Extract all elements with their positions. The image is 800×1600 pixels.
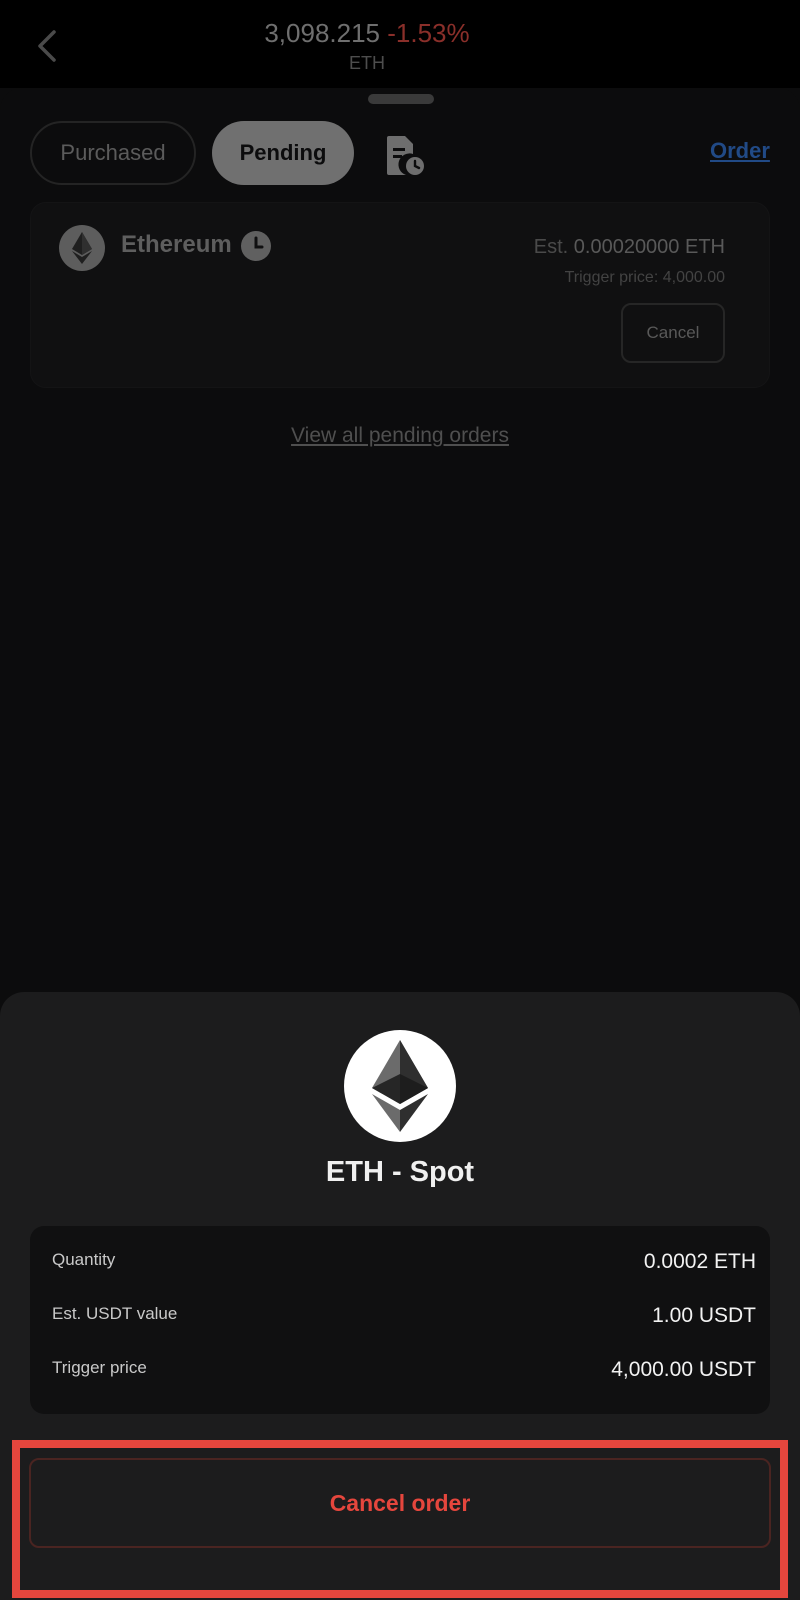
card-cancel-button[interactable]: Cancel (621, 303, 725, 363)
detail-row-usdt-value: Est. USDT value 1.00 USDT (52, 1304, 756, 1334)
pending-order-card: Ethereum Est. 0.00020000 ETH Trigger pri… (30, 202, 770, 388)
detail-label: Est. USDT value (52, 1304, 178, 1323)
current-price: 3,098.215 (264, 18, 381, 48)
view-all-pending-link[interactable]: View all pending orders (0, 424, 800, 448)
detail-value: 1.00 USDT (652, 1304, 756, 1327)
est-value: 0.00020000 ETH (573, 236, 725, 258)
trigger-value: 4,000.00 (662, 269, 725, 286)
detail-value: 0.0002 ETH (643, 1250, 756, 1273)
sheet-title: ETH - Spot (325, 1156, 475, 1188)
detail-row-quantity: Quantity 0.0002 ETH (52, 1250, 756, 1280)
header: 3,098.215 -1.53% ETH (0, 0, 800, 88)
cancel-order-sheet: ETH - Spot Quantity 0.0002 ETH Est. USDT… (0, 992, 800, 1600)
detail-label: Quantity (52, 1250, 116, 1269)
document-clock-icon[interactable] (384, 134, 426, 176)
estimated-quantity: Est. 0.00020000 ETH (534, 236, 725, 259)
order-details-panel: Quantity 0.0002 ETH Est. USDT value 1.00… (30, 1226, 770, 1414)
detail-label: Trigger price (52, 1358, 147, 1377)
est-label: Est. (533, 236, 569, 258)
trigger-price-info: Trigger price: 4,000.00 (565, 269, 725, 287)
ticker: 3,098.215 -1.53% ETH (0, 16, 734, 76)
clock-icon (241, 231, 271, 261)
detail-value: 4,000.00 USDT (611, 1358, 756, 1381)
trigger-label: Trigger price: (564, 269, 659, 286)
symbol-label: ETH (349, 53, 385, 73)
ethereum-icon (59, 225, 105, 271)
tab-pending[interactable]: Pending (212, 121, 354, 185)
order-link[interactable]: Order (710, 138, 770, 164)
tab-purchased[interactable]: Purchased (30, 121, 196, 185)
page: 3,098.215 -1.53% ETH Purchased Pending O… (0, 0, 800, 1600)
cancel-order-button[interactable]: Cancel order (29, 1458, 771, 1548)
price-change: -1.53% (387, 18, 470, 48)
detail-row-trigger-price: Trigger price 4,000.00 USDT (52, 1358, 756, 1388)
ethereum-icon (344, 1030, 456, 1142)
coin-name: Ethereum (121, 231, 232, 258)
sheet-drag-handle[interactable] (368, 94, 434, 104)
